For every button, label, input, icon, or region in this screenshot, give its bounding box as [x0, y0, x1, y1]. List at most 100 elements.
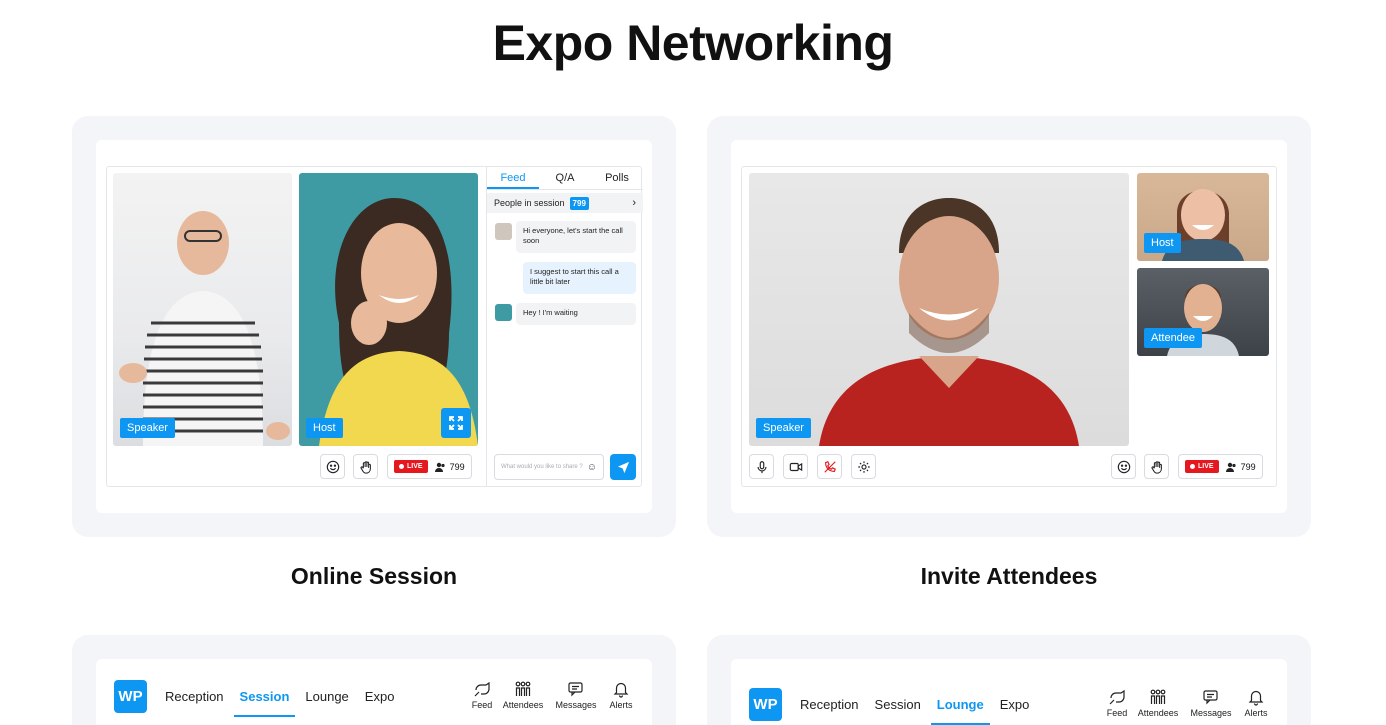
nav-lounge[interactable]: Lounge [930, 697, 990, 725]
host-tag: Host [306, 418, 343, 438]
bell-icon [613, 682, 629, 698]
end-call-button[interactable] [817, 454, 842, 479]
speaker-figure-icon [819, 198, 1079, 446]
hand-icon [359, 460, 371, 474]
chevron-right-icon: › [632, 197, 636, 209]
people-count-badge: 799 [569, 196, 589, 210]
nav-session[interactable]: Session [875, 697, 921, 712]
viewer-count: 799 [1225, 461, 1256, 472]
chat-message: I suggest to start this call a little bi… [523, 262, 636, 294]
video-camera-icon [789, 462, 802, 471]
microphone-icon [756, 460, 767, 473]
speaker-tag: Speaker [756, 418, 811, 438]
fullscreen-button[interactable] [441, 408, 471, 438]
emoji-button[interactable] [1111, 454, 1136, 479]
speaker-tag: Speaker [120, 418, 175, 438]
smile-icon[interactable]: ☺ [587, 462, 597, 473]
viewer-count: 799 [434, 461, 465, 472]
camera-button[interactable] [783, 454, 808, 479]
host-video[interactable]: Host [299, 173, 478, 446]
nav-attendees-label: Attendees [502, 700, 544, 710]
nav-feed-label: Feed [471, 700, 493, 710]
people-in-session-bar[interactable]: People in session 799 › [487, 193, 643, 213]
tab-qa[interactable]: Q/A [539, 166, 591, 189]
host-tag: Host [1144, 233, 1181, 253]
raise-hand-button[interactable] [1144, 454, 1169, 479]
smile-icon [326, 460, 339, 473]
viewer-count-value: 799 [449, 461, 465, 472]
chat-input[interactable]: What would you like to share ? ☺ [494, 454, 604, 480]
nav-reception[interactable]: Reception [165, 689, 224, 704]
nav-feed[interactable]: Feed [1104, 688, 1130, 718]
chat-tabs: Feed Q/A Polls [487, 166, 643, 190]
nav-alerts-label: Alerts [1244, 708, 1268, 718]
nav-attendees[interactable]: Attendees [495, 680, 551, 710]
nav-messages-label: Messages [555, 700, 597, 710]
messages-icon [568, 682, 583, 697]
phone-off-icon [823, 460, 836, 473]
nav-attendees-label: Attendees [1137, 708, 1179, 718]
nav-messages[interactable]: Messages [1186, 688, 1236, 718]
chat-message: Hi everyone, let's start the call soon [516, 221, 636, 253]
attendee-video[interactable]: Attendee [1137, 268, 1269, 356]
settings-button[interactable] [851, 454, 876, 479]
live-badge: LIVE [394, 460, 428, 473]
live-badge: LIVE [1185, 460, 1219, 473]
users-icon [434, 462, 445, 472]
wp-logo[interactable]: WP [114, 680, 147, 713]
invite-attendees-caption: Invite Attendees [920, 563, 1098, 589]
nav-reception[interactable]: Reception [800, 697, 859, 712]
people-label: People in session [494, 198, 565, 208]
microphone-button[interactable] [749, 454, 774, 479]
nav-feed-label: Feed [1106, 708, 1128, 718]
tab-feed[interactable]: Feed [487, 166, 539, 189]
hand-icon [1150, 460, 1162, 474]
bell-icon [1248, 690, 1264, 706]
expand-icon [449, 416, 463, 430]
nav-feed[interactable]: Feed [469, 680, 495, 710]
send-icon [617, 461, 629, 473]
nav-session[interactable]: Session [233, 689, 296, 717]
wp-logo[interactable]: WP [749, 688, 782, 721]
send-button[interactable] [610, 454, 636, 480]
emoji-button[interactable] [320, 454, 345, 479]
chat-message: Hey ! I'm waiting [516, 303, 636, 325]
avatar [495, 304, 512, 321]
nav-lounge[interactable]: Lounge [305, 689, 348, 704]
nav-expo[interactable]: Expo [365, 689, 395, 704]
tab-polls[interactable]: Polls [591, 166, 643, 189]
nav-alerts-label: Alerts [609, 700, 633, 710]
messages-icon [1203, 690, 1218, 705]
top-navbar: WP Reception Session Lounge Expo Feed At… [749, 682, 1277, 725]
speaker-video[interactable]: Speaker [113, 173, 292, 446]
attendees-icon [1150, 689, 1166, 704]
feed-icon [1109, 689, 1125, 705]
smile-icon [1117, 460, 1130, 473]
live-status: LIVE 799 [1178, 454, 1263, 479]
avatar [495, 223, 512, 240]
speaker-figure-icon [119, 211, 290, 446]
nav-expo[interactable]: Expo [1000, 697, 1030, 712]
speaker-video[interactable]: Speaker [749, 173, 1129, 446]
nav-attendees[interactable]: Attendees [1130, 688, 1186, 718]
gear-icon [857, 460, 870, 473]
host-figure-icon [319, 198, 478, 446]
online-session-caption: Online Session [290, 563, 458, 589]
attendee-tag: Attendee [1144, 328, 1203, 348]
viewer-count-value: 799 [1240, 461, 1256, 472]
raise-hand-button[interactable] [353, 454, 378, 479]
nav-alerts[interactable]: Alerts [601, 680, 641, 710]
nav-alerts[interactable]: Alerts [1236, 688, 1276, 718]
chat-input-placeholder: What would you like to share ? [501, 464, 583, 470]
users-icon [1225, 462, 1236, 472]
host-video[interactable]: Host [1137, 173, 1269, 261]
feed-icon [474, 681, 490, 697]
nav-messages[interactable]: Messages [551, 680, 601, 710]
live-status: LIVE 799 [387, 454, 472, 479]
nav-icons: Feed Attendees Messages Alerts [469, 680, 641, 710]
page-title: Expo Networking [492, 15, 894, 71]
chat-panel: Feed Q/A Polls People in session 799 › H… [486, 166, 643, 487]
nav-icons: Feed Attendees Messages Alerts [1104, 688, 1276, 718]
top-navbar: WP Reception Session Lounge Expo Feed At… [114, 674, 642, 719]
attendees-icon [515, 681, 531, 696]
